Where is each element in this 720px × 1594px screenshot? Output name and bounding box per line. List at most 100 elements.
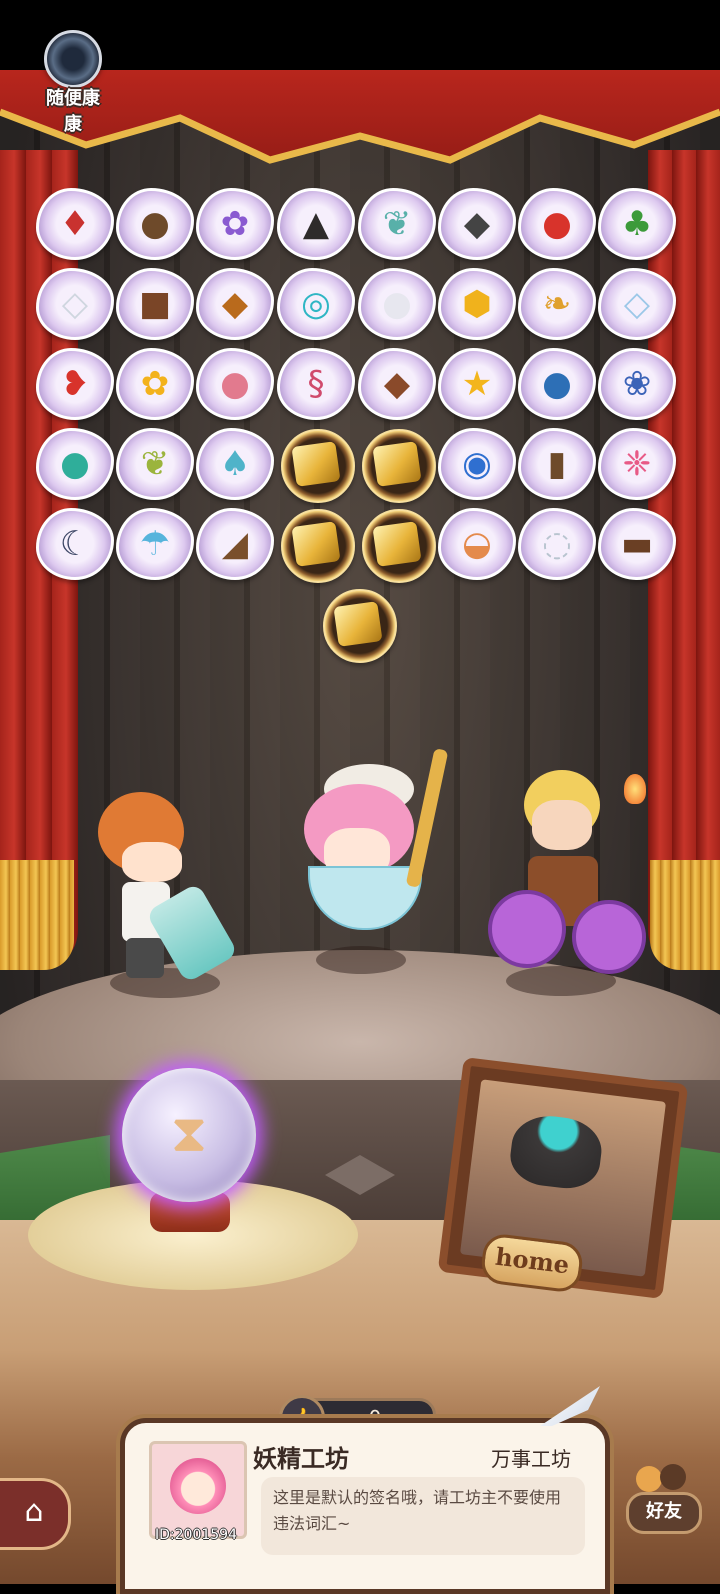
flame-icon [624,774,646,804]
tree-bark-icon: ▮ [547,444,567,484]
material-slot[interactable] [358,428,436,503]
material-slot[interactable]: ● [518,188,596,260]
home-button[interactable]: ⌂ [0,1478,71,1550]
hourglass-icon: ⧗ [170,1104,208,1164]
material-slot[interactable]: ◒ [438,508,516,580]
material-slot[interactable]: ◉ [438,428,516,500]
material-slot[interactable]: ❈ [598,428,676,500]
material-slot[interactable]: ● [518,348,596,420]
material-slot[interactable]: ⬢ [438,268,516,340]
water-bowl-icon: ◎ [301,284,331,324]
friends-button[interactable]: 好友 [626,1452,710,1542]
material-slot[interactable]: ▬ [598,508,676,580]
material-slot[interactable]: ■ [116,268,194,340]
material-slot[interactable]: ◇ [598,268,676,340]
cotton-ball-icon: ● [382,284,412,324]
material-slot[interactable]: ▲ [277,188,355,260]
material-slot[interactable]: ♣ [598,188,676,260]
material-slot[interactable]: ★ [438,348,516,420]
material-slot[interactable]: ● [196,348,274,420]
material-slot[interactable]: ◢ [196,508,274,580]
material-slot[interactable] [277,508,355,583]
white-pearl-icon: ◌ [542,524,572,564]
material-slot[interactable]: ☂ [116,508,194,580]
shop-name: 妖精工坊 [253,1445,349,1473]
material-slot[interactable]: ☾ [36,508,114,580]
material-slot[interactable] [358,508,436,583]
material-slot[interactable]: ♦ [36,188,114,260]
curtain-fringe-left [0,860,74,970]
daisy-flower-icon: ✿ [140,364,170,404]
chocolate-bar-icon: ■ [138,284,172,324]
gold-deer-icon [358,508,436,580]
material-slot[interactable]: ● [36,428,114,500]
seashell-icon: ◒ [462,524,492,564]
material-slot[interactable]: ❀ [598,348,676,420]
teacup-fairy-character[interactable] [284,748,454,948]
ham-meat-icon: ● [220,364,250,404]
material-slot[interactable]: ◆ [196,268,274,340]
mushroom-icon: ♠ [219,444,251,484]
red-crystal-icon: ♦ [59,204,91,244]
lily-bud-icon: ❦ [140,444,170,484]
mud-pile-icon: ▬ [620,524,654,564]
material-slot[interactable]: ◌ [518,508,596,580]
material-slot[interactable] [277,428,355,503]
tomato-icon: ● [542,204,572,244]
golden-leaf-icon [358,428,436,500]
jellyfish-icon: ☂ [139,524,171,564]
blue-flower-icon: ❀ [622,364,652,404]
material-slot[interactable]: ✿ [196,188,274,260]
crystal-ball-button[interactable]: ⧗ [122,1068,256,1202]
chili-pepper-icon: ❥ [60,364,90,404]
material-slot[interactable]: § [277,348,355,420]
material-slot[interactable] [319,588,397,663]
wheel-left-icon [488,890,566,968]
material-slot[interactable]: ♠ [196,428,274,500]
material-slot[interactable]: ◎ [277,268,355,340]
material-slot[interactable]: ❦ [358,188,436,260]
wheat-icon: ❧ [542,284,572,324]
salt-crystal-icon: ◇ [61,284,89,324]
gold-ore-icon [277,428,355,500]
material-slot[interactable]: ◆ [358,348,436,420]
blue-slime-icon: ● [542,364,572,404]
bear-girl-character[interactable] [82,782,239,984]
brown-nuts-icon: ● [140,204,170,244]
material-slot[interactable]: ▮ [518,428,596,500]
house-icon: ⌂ [24,1494,44,1529]
material-slot[interactable]: ❧ [518,268,596,340]
workshop-profile-card[interactable]: ID:2001594 妖精工坊 万事工坊 这里是默认的签名哦，请工坊主不要使用违… [120,1418,610,1594]
blue-gel-icon: ◉ [462,444,492,484]
worm-jar-icon: § [307,364,325,404]
fairy-face-icon [170,1458,226,1514]
gold-star-icon: ★ [461,364,493,404]
purple-rose-icon: ✿ [220,204,250,244]
gold-nugget-icon [319,588,397,660]
shop-type: 万事工坊 [491,1447,571,1471]
moon-crescent-icon: ☾ [59,524,91,564]
material-slot[interactable]: ✿ [116,348,194,420]
wheelchair-hero-character[interactable] [488,770,648,980]
curtain-fringe-right [650,860,720,970]
green-drop-icon: ● [60,444,90,484]
portal-avatar-icon [44,30,102,88]
black-stone-icon: ▲ [302,204,330,244]
wheel-right-icon [572,900,646,974]
coal-ore-icon: ◆ [463,204,491,244]
amber-chunk-icon: ◆ [221,284,249,324]
material-slot[interactable]: ❦ [116,428,194,500]
material-slot[interactable]: ◇ [36,268,114,340]
material-slot[interactable]: ● [116,188,194,260]
visitor-avatar[interactable]: 随便康康 [38,30,108,136]
material-slot[interactable]: ◆ [438,188,516,260]
material-slot[interactable]: ● [358,268,436,340]
copper-ore-icon: ◆ [383,364,411,404]
green-herb-icon: ♣ [621,204,653,244]
material-slot[interactable]: ❥ [36,348,114,420]
friends-label: 好友 [626,1492,702,1534]
ice-block-icon: ◇ [623,284,651,324]
feather-fan-icon: ❦ [382,204,412,244]
owner-avatar[interactable] [149,1441,247,1539]
friends-icon [632,1458,692,1494]
